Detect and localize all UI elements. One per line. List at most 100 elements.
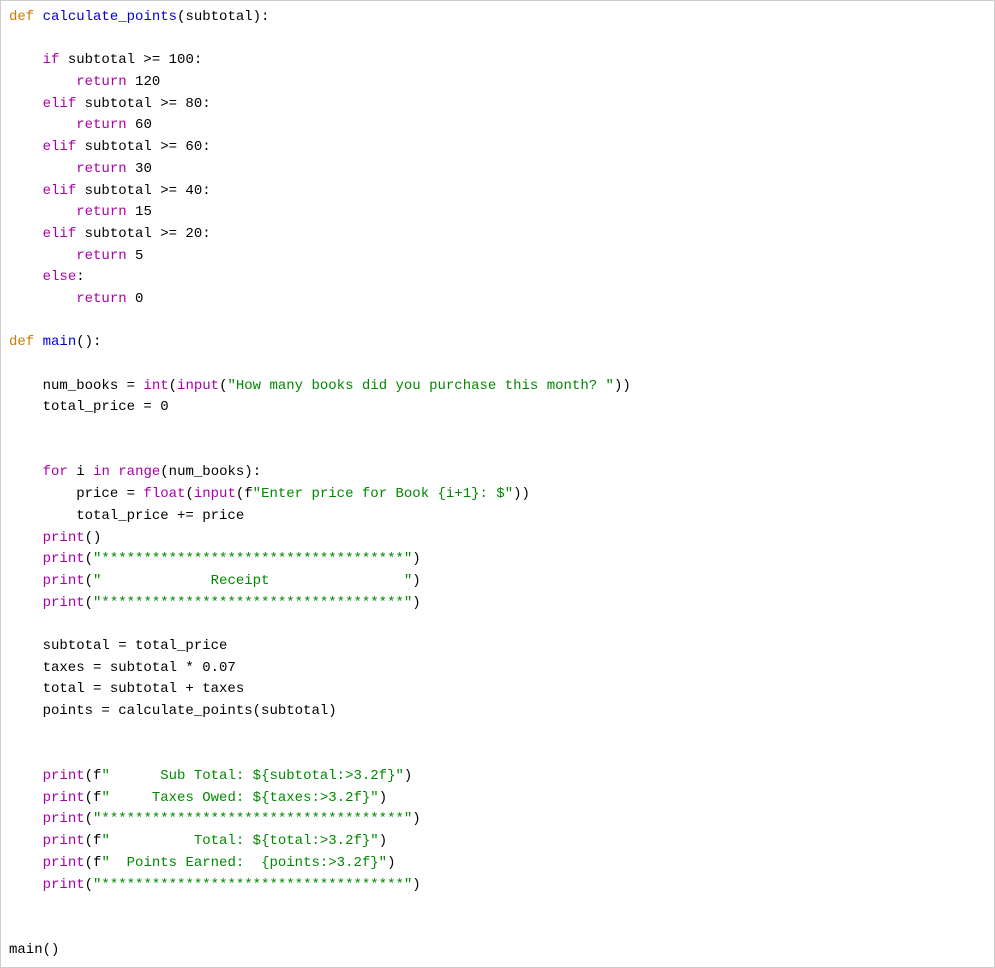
builtin-input: input (194, 486, 236, 502)
code-line: return 0 (9, 291, 143, 307)
code-line: print(f" Taxes Owed: ${taxes:>3.2f}") (9, 790, 387, 806)
builtin-range: range (118, 464, 160, 480)
code-line: print("*********************************… (9, 877, 421, 893)
code-text: subtotal >= 100: (59, 52, 202, 68)
code-text: ) (412, 877, 420, 893)
code-line: if subtotal >= 100: (9, 52, 202, 68)
keyword-return: return (76, 291, 126, 307)
keyword-return: return (76, 117, 126, 133)
builtin-print: print (43, 811, 85, 827)
code-text: (subtotal): (177, 9, 269, 25)
code-text: ) (412, 551, 420, 567)
string-literal: " Points Earned: {points:>3.2f}" (101, 855, 387, 871)
code-text: : (76, 269, 84, 285)
code-line: print(f" Sub Total: ${subtotal:>3.2f}") (9, 768, 412, 784)
code-text: (f (85, 833, 102, 849)
code-line: print("*********************************… (9, 595, 421, 611)
code-text: ( (185, 486, 193, 502)
code-text: subtotal >= 20: (76, 226, 210, 242)
string-literal: " Receipt " (93, 573, 412, 589)
code-text: ) (379, 790, 387, 806)
code-text: (): (76, 334, 101, 350)
code-line: elif subtotal >= 80: (9, 96, 211, 112)
code-line: return 5 (9, 248, 143, 264)
code-line: total = subtotal + taxes (9, 681, 244, 697)
code-text: ( (85, 811, 93, 827)
code-text: ( (85, 877, 93, 893)
string-literal: "************************************" (93, 595, 412, 611)
code-text: ) (412, 811, 420, 827)
code-text: num_books = (9, 378, 143, 394)
code-text: (f (85, 790, 102, 806)
keyword-def: def (9, 9, 34, 25)
string-literal: "************************************" (93, 877, 412, 893)
string-literal: "Enter price for Book {i+1}: $" (253, 486, 513, 502)
code-text: (num_books): (160, 464, 261, 480)
code-editor[interactable]: def calculate_points(subtotal): if subto… (0, 0, 995, 968)
code-text: ( (85, 551, 93, 567)
keyword-return: return (76, 161, 126, 177)
builtin-print: print (43, 855, 85, 871)
code-line: points = calculate_points(subtotal) (9, 703, 337, 719)
keyword-return: return (76, 248, 126, 264)
code-text: 60 (127, 117, 152, 133)
code-line: total_price = 0 (9, 399, 169, 415)
builtin-print: print (43, 551, 85, 567)
builtin-print: print (43, 530, 85, 546)
string-literal: " Taxes Owed: ${taxes:>3.2f}" (101, 790, 378, 806)
string-literal: " Sub Total: ${subtotal:>3.2f}" (101, 768, 403, 784)
code-text: subtotal >= 40: (76, 183, 210, 199)
code-line: for i in range(num_books): (9, 464, 261, 480)
keyword-elif: elif (43, 226, 77, 242)
string-literal: "How many books did you purchase this mo… (227, 378, 613, 394)
builtin-print: print (43, 768, 85, 784)
builtin-print: print (43, 833, 85, 849)
code-text: (f (85, 768, 102, 784)
code-line: print("*********************************… (9, 551, 421, 567)
keyword-elif: elif (43, 96, 77, 112)
code-text: 120 (127, 74, 161, 90)
code-line: print("*********************************… (9, 811, 421, 827)
code-line: return 60 (9, 117, 152, 133)
string-literal: "************************************" (93, 551, 412, 567)
code-text: ( (85, 595, 93, 611)
code-line: return 15 (9, 204, 152, 220)
code-text: price = (9, 486, 143, 502)
code-text: ) (387, 855, 395, 871)
code-text: )) (513, 486, 530, 502)
string-literal: "************************************" (93, 811, 412, 827)
code-line: elif subtotal >= 20: (9, 226, 211, 242)
code-line: taxes = subtotal * 0.07 (9, 660, 236, 676)
code-line: def calculate_points(subtotal): (9, 9, 269, 25)
code-text: 30 (127, 161, 152, 177)
code-line: print(f" Points Earned: {points:>3.2f}") (9, 855, 396, 871)
builtin-float: float (143, 486, 185, 502)
code-text: 15 (127, 204, 152, 220)
code-text: ( (169, 378, 177, 394)
builtin-print: print (43, 790, 85, 806)
code-text: (f (236, 486, 253, 502)
keyword-for: for (43, 464, 68, 480)
keyword-elif: elif (43, 183, 77, 199)
code-line: return 120 (9, 74, 160, 90)
string-literal: " Total: ${total:>3.2f}" (101, 833, 378, 849)
code-text: ) (412, 573, 420, 589)
keyword-return: return (76, 74, 126, 90)
code-text: (f (85, 855, 102, 871)
code-line: main() (9, 942, 59, 958)
keyword-return: return (76, 204, 126, 220)
code-text: 0 (127, 291, 144, 307)
keyword-def: def (9, 334, 34, 350)
code-line: total_price += price (9, 508, 244, 524)
code-text: ) (412, 595, 420, 611)
function-name: main (43, 334, 77, 350)
code-text: 5 (127, 248, 144, 264)
code-line: elif subtotal >= 40: (9, 183, 211, 199)
function-name: calculate_points (43, 9, 177, 25)
keyword-if: if (43, 52, 60, 68)
code-text: ) (379, 833, 387, 849)
keyword-in: in (93, 464, 110, 480)
builtin-input: input (177, 378, 219, 394)
builtin-print: print (43, 573, 85, 589)
builtin-print: print (43, 595, 85, 611)
